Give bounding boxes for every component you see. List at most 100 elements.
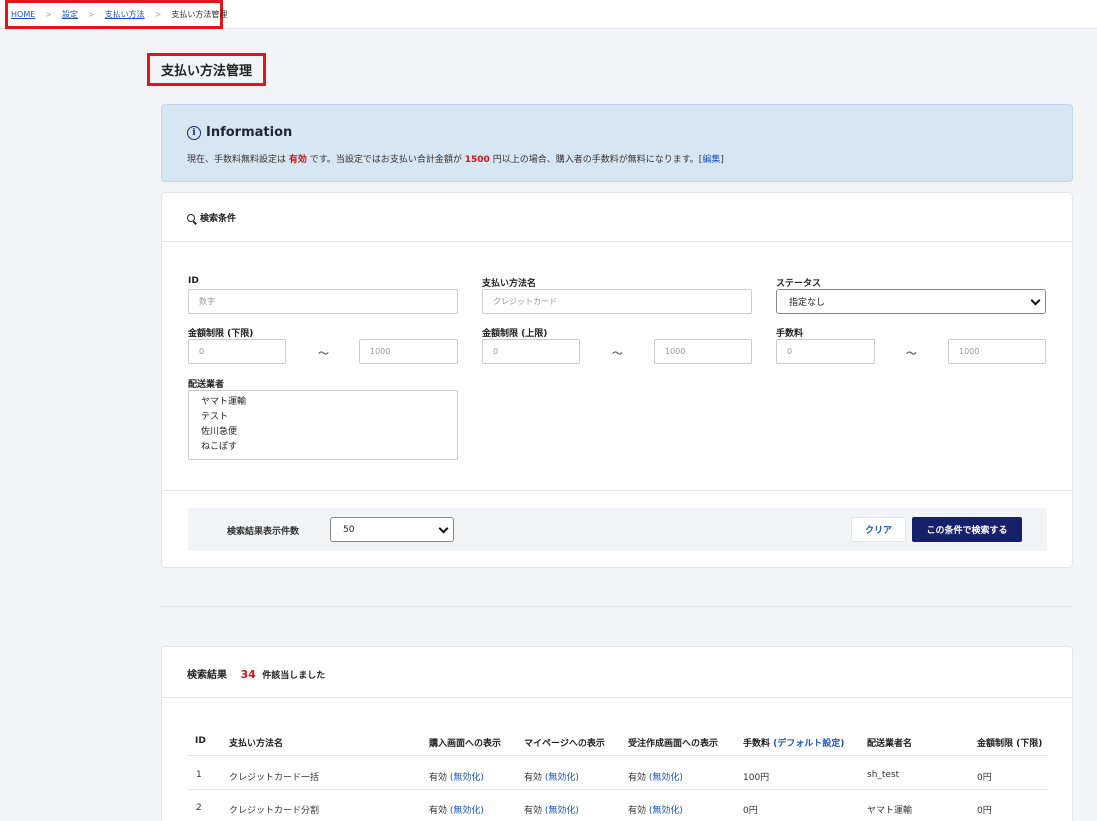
search-actions: 検索結果表示件数 50 クリア この条件で検索する [188, 508, 1047, 551]
status-select[interactable]: 指定なし [776, 289, 1046, 314]
fee-free-status: 有効 [288, 155, 307, 165]
cell-carrier-link[interactable]: ヤマト運輸 [867, 803, 912, 816]
results-panel: 検索結果 34 件該当しました ID 支払い方法名 購入画面への表示 マイページ… [161, 646, 1073, 821]
fee-from-input[interactable]: 0 [776, 339, 875, 364]
carrier-option[interactable]: テスト [201, 410, 457, 425]
cell-value: 有効 [429, 806, 448, 816]
results-count: 34 [240, 668, 256, 681]
divider [162, 490, 1072, 491]
status-label: ステータス [776, 279, 822, 289]
disable-link[interactable]: (無効化) [649, 806, 683, 816]
cell-value: 有効 [524, 806, 543, 816]
cell-value: 有効 [628, 773, 647, 783]
cell-min: 0円 [977, 773, 992, 783]
column-header-mypage[interactable]: マイページへの表示 [524, 736, 605, 749]
cell-min: 0円 [977, 806, 992, 816]
cell-value: 有効 [429, 773, 448, 783]
page-title: 支払い方法管理 [147, 53, 266, 86]
breadcrumb-separator: > [87, 10, 95, 19]
info-edit-link[interactable]: 編集 [702, 155, 720, 165]
cell-value: 有効 [524, 773, 543, 783]
payment-name-input[interactable]: クレジットカード [482, 289, 752, 314]
column-header-carrier[interactable]: 配送業者名 [867, 736, 912, 749]
breadcrumb-separator: > [45, 10, 52, 19]
search-heading-text: 検索条件 [200, 214, 237, 224]
column-header-purchase[interactable]: 購入画面への表示 [429, 736, 501, 749]
min-upper-to-input[interactable]: 1000 [654, 339, 752, 364]
carrier-option[interactable]: 佐川急便 [201, 425, 457, 440]
results-count-suffix: 件該当しました [262, 671, 326, 681]
info-text: 現在、手数料無料設定は 有効 です。当設定ではお支払い合計金額が 1500 円以… [187, 152, 724, 165]
row-divider [187, 789, 1049, 790]
min-upper-label: 金額制限 (上限) [482, 329, 548, 339]
disable-link[interactable]: (無効化) [545, 806, 579, 816]
info-text-part: 円以上の場合、購入者の手数料が無料になります。[ [492, 155, 703, 165]
id-input[interactable]: 数字 [188, 289, 458, 314]
cell-id: 2 [196, 803, 202, 813]
results-heading: 検索結果 34 件該当しました [187, 666, 325, 681]
breadcrumb: HOME > 設定 > 支払い方法 > 支払い方法管理 [5, 0, 227, 29]
column-header-order[interactable]: 受注作成画面への表示 [628, 736, 718, 749]
breadcrumb-settings[interactable]: 設定 [62, 9, 78, 20]
disable-link[interactable]: (無効化) [450, 773, 484, 783]
per-page-label: 検索結果表示件数 [227, 527, 300, 537]
per-page-select[interactable]: 50 [330, 517, 454, 542]
section-divider [161, 606, 1073, 607]
carrier-option[interactable]: ねこぽす [201, 440, 457, 455]
info-heading: i Information [187, 125, 292, 140]
column-header-min[interactable]: 金額制限 (下限) [977, 736, 1042, 749]
min-upper-from-input[interactable]: 0 [482, 339, 580, 364]
clear-button[interactable]: クリア [851, 517, 906, 542]
search-heading: 検索条件 [187, 211, 236, 224]
chevron-down-icon [1030, 295, 1041, 306]
info-text-part: ] [720, 155, 724, 165]
cell-mypage: 有効 (無効化) [524, 770, 579, 783]
carrier-listbox[interactable]: ヤマト運輸 テスト 佐川急便 ねこぽす [188, 390, 458, 460]
disable-link[interactable]: (無効化) [450, 806, 484, 816]
cell-order: 有効 (無効化) [628, 770, 683, 783]
info-heading-text: Information [206, 125, 293, 140]
status-select-value: 指定なし [789, 298, 826, 308]
min-lower-from-input[interactable]: 0 [188, 339, 286, 364]
cell-fee: 0円 [743, 806, 758, 816]
breadcrumb-payment[interactable]: 支払い方法 [105, 9, 145, 20]
info-panel: i Information 現在、手数料無料設定は 有効 です。当設定ではお支払… [161, 104, 1073, 182]
column-header-fee-label: 手数料 [743, 739, 771, 749]
cell-purchase: 有効 (無効化) [429, 770, 484, 783]
column-header-name[interactable]: 支払い方法名 [229, 736, 283, 749]
cell-purchase: 有効 (無効化) [429, 803, 484, 816]
info-text-part: 現在、手数料無料設定は [187, 155, 287, 165]
cell-order: 有効 (無効化) [628, 803, 683, 816]
cell-mypage: 有効 (無効化) [524, 803, 579, 816]
cell-value: 有効 [628, 806, 647, 816]
cell-id: 1 [196, 770, 202, 780]
min-lower-label: 金額制限 (下限) [188, 329, 254, 339]
row-divider [187, 755, 1049, 756]
range-tilde: ～ [906, 347, 917, 360]
column-header-fee[interactable]: 手数料 (デフォルト設定) [743, 736, 844, 749]
range-tilde: ～ [612, 347, 623, 360]
fee-free-amount: 1500 [464, 155, 490, 165]
column-header-fee-default: (デフォルト設定) [773, 739, 845, 749]
info-text-part: です。当設定ではお支払い合計金額が [309, 155, 462, 165]
id-label: ID [188, 276, 199, 286]
disable-link[interactable]: (無効化) [545, 773, 579, 783]
divider [162, 241, 1072, 242]
cell-carrier-link[interactable]: sh_test [867, 770, 899, 780]
fee-label: 手数料 [776, 329, 804, 339]
search-panel: 検索条件 ID 数字 支払い方法名 クレジットカード ステータス 指定なし 金額… [161, 192, 1073, 568]
carrier-option[interactable]: ヤマト運輸 [201, 395, 457, 410]
disable-link[interactable]: (無効化) [649, 773, 683, 783]
breadcrumb-home[interactable]: HOME [11, 10, 35, 19]
chevron-down-icon [438, 523, 449, 534]
carrier-label: 配送業者 [188, 380, 225, 390]
results-heading-text: 検索結果 [187, 670, 227, 681]
search-button[interactable]: この条件で検索する [912, 517, 1022, 542]
fee-to-input[interactable]: 1000 [948, 339, 1046, 364]
cell-fee: 100円 [743, 773, 770, 783]
min-lower-to-input[interactable]: 1000 [359, 339, 458, 364]
breadcrumb-current: 支払い方法管理 [171, 10, 228, 19]
payment-name-label: 支払い方法名 [482, 279, 537, 289]
breadcrumb-separator: > [154, 10, 162, 19]
column-header-id[interactable]: ID [195, 736, 206, 746]
